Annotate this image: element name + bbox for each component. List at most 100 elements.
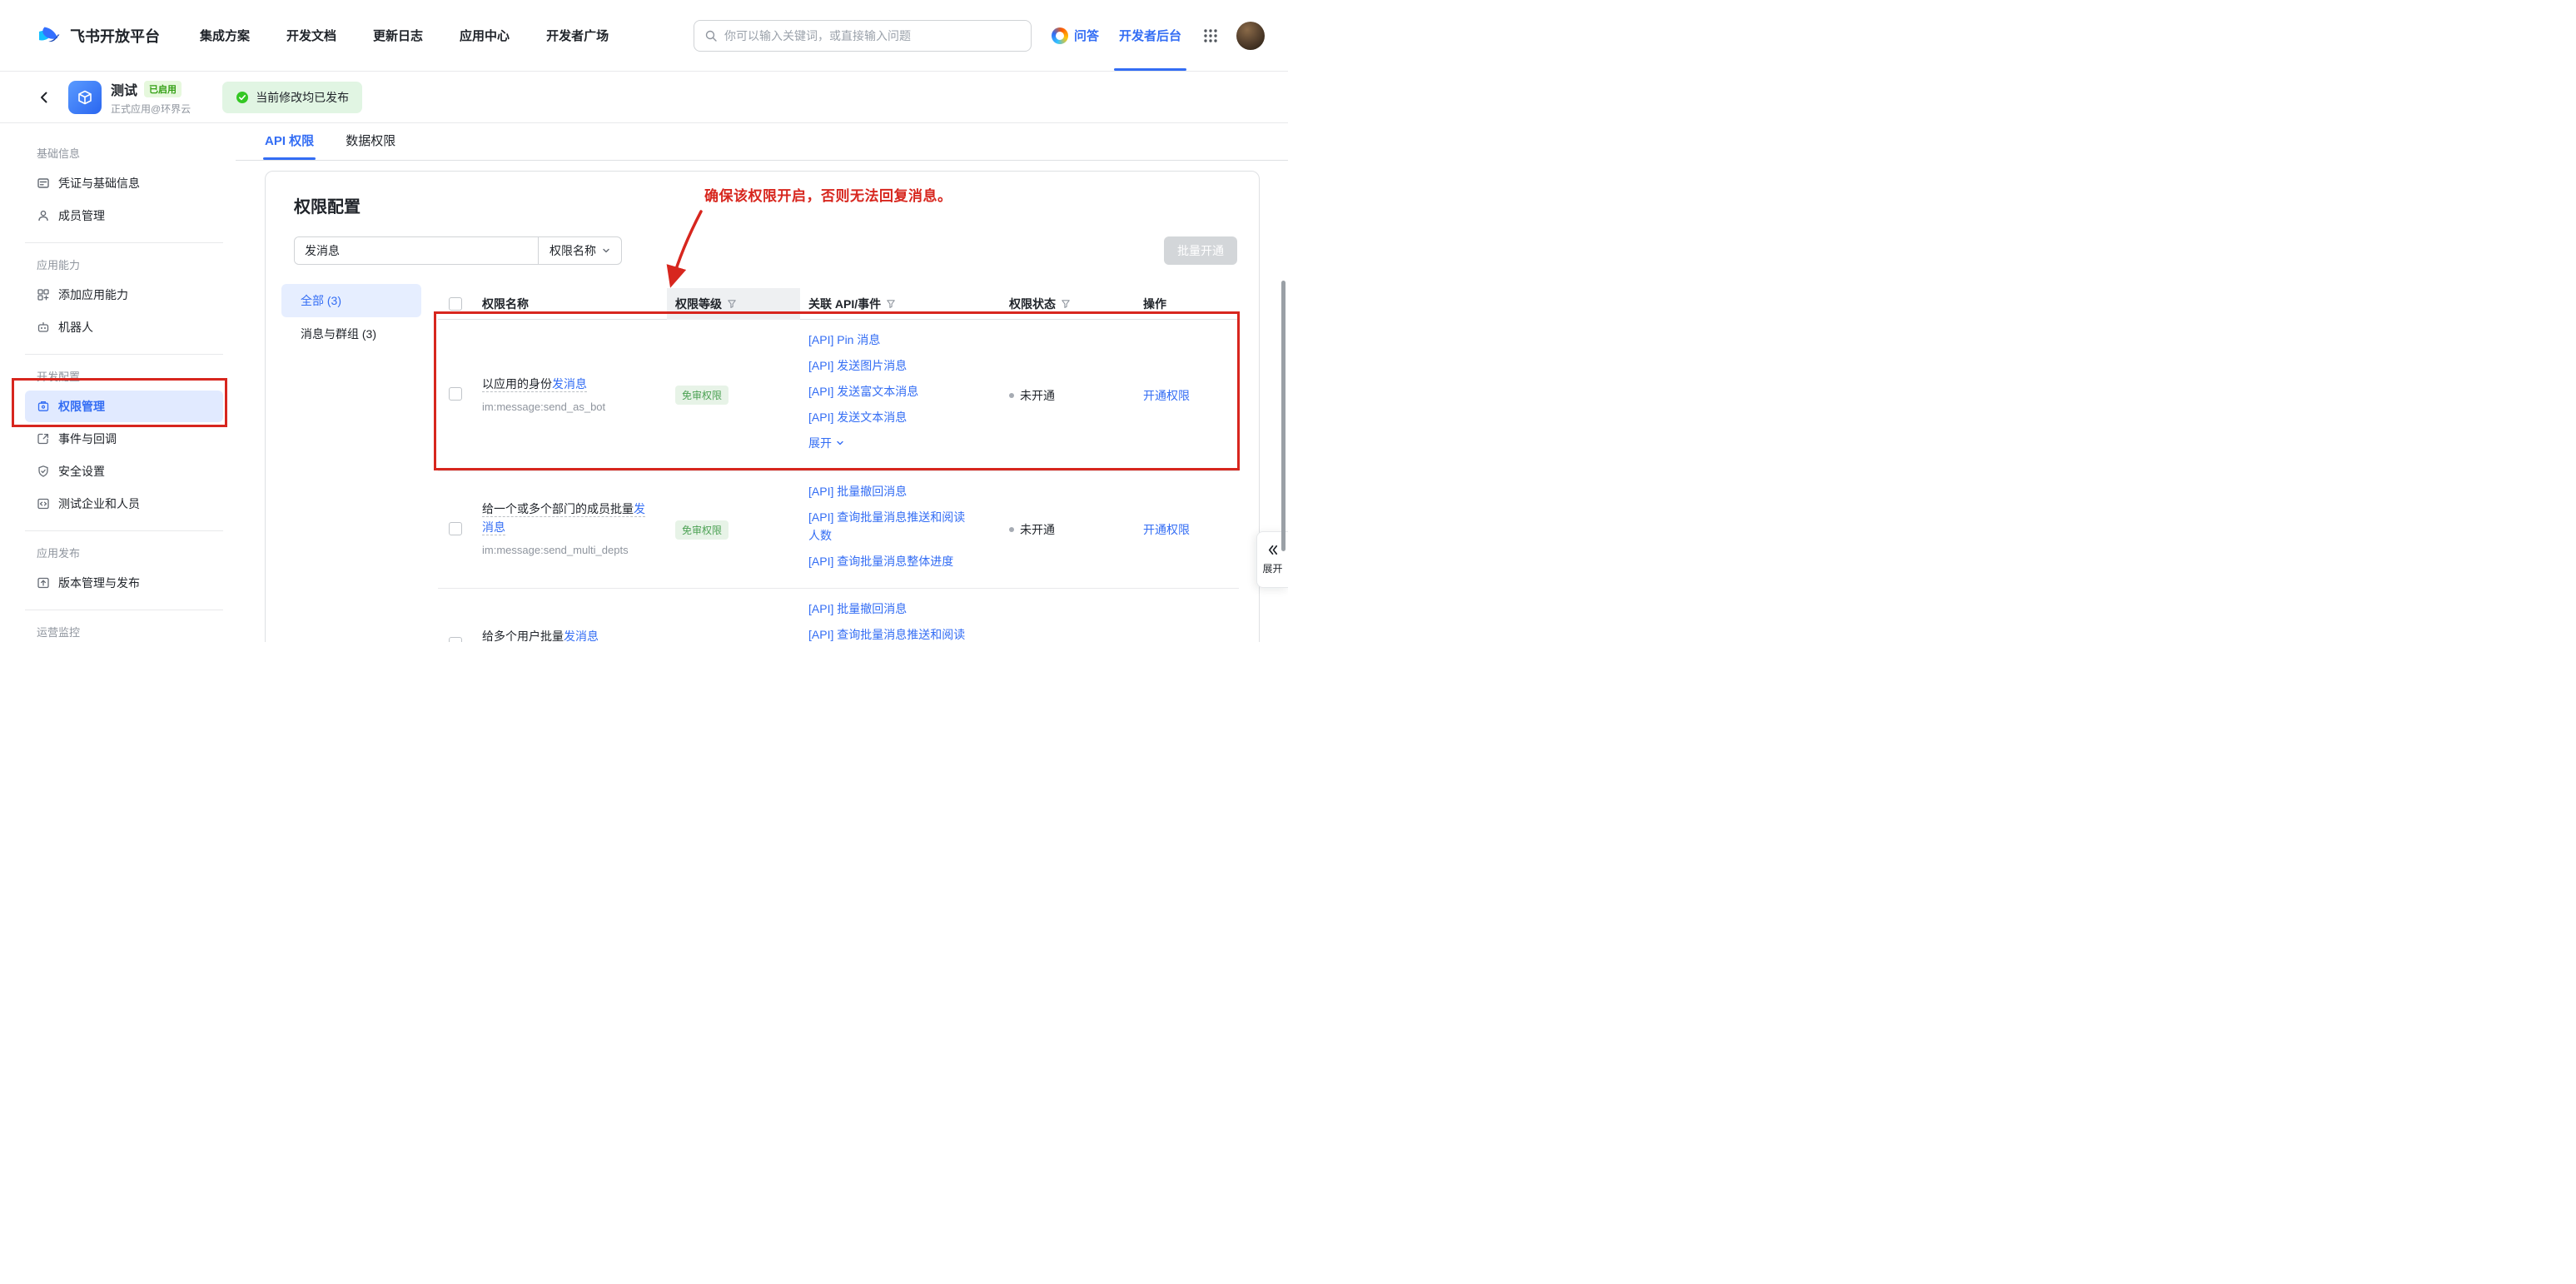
back-chevron-icon (37, 90, 52, 105)
sidebar-item-label: 安全设置 (58, 463, 105, 480)
sidebar-item-credentials[interactable]: 凭证与基础信息 (25, 167, 223, 199)
sidebar-item-permissions[interactable]: 权限管理 (25, 391, 223, 422)
status-text: 未开通 (1020, 521, 1055, 538)
filter-funnel-icon[interactable] (1061, 299, 1071, 309)
sidebar-item-version-release[interactable]: 版本管理与发布 (25, 567, 223, 599)
nav-item-changelog[interactable]: 更新日志 (373, 27, 423, 44)
permission-name: 给一个或多个部门的成员批量发消息 (482, 502, 645, 535)
api-link[interactable]: [API] 批量撤回消息 (808, 600, 972, 618)
sidebar-item-test-org[interactable]: 测试企业和人员 (25, 488, 223, 520)
sidebar-item-label: 版本管理与发布 (58, 575, 140, 591)
sidebar-divider (25, 530, 223, 531)
status-text: 未开通 (1020, 387, 1055, 404)
api-link[interactable]: [API] 发送文本消息 (808, 408, 972, 426)
sidebar-item-label: 权限管理 (58, 398, 105, 415)
sidebar: 基础信息 凭证与基础信息 成员管理 应用能力 添加应用能力 (0, 123, 236, 642)
chevron-down-icon (602, 246, 610, 255)
test-org-icon (37, 497, 50, 510)
sidebar-item-events[interactable]: 事件与回调 (25, 423, 223, 455)
filter-funnel-icon[interactable] (886, 299, 896, 309)
sidebar-item-label: 测试企业和人员 (58, 495, 140, 512)
expand-panel-label: 展开 (1262, 561, 1282, 575)
app-meta: 测试 已启用 正式应用@环界云 (111, 79, 191, 116)
qa-colorful-icon (1052, 27, 1068, 44)
api-link[interactable]: [API] 查询批量消息推送和阅读人数 (808, 508, 972, 545)
sidebar-item-label: 成员管理 (58, 207, 105, 224)
top-navigation: 飞书开放平台 集成方案 开发文档 更新日志 应用中心 开发者广场 问答 开发者后… (0, 0, 1288, 72)
sidebar-item-label: 添加应用能力 (58, 286, 128, 303)
credential-icon (37, 177, 50, 190)
search-field-dropdown[interactable]: 权限名称 (538, 237, 621, 264)
add-capability-icon (37, 288, 50, 301)
table-row: 给多个用户批量发消息 [API] 批量撤回消息 [API] 查询批量消息推送和阅… (438, 589, 1239, 642)
vertical-scrollbar-thumb[interactable] (1281, 281, 1286, 551)
table-row: 给一个或多个部门的成员批量发消息 im:message:send_multi_d… (438, 471, 1239, 589)
chevron-down-icon (836, 439, 844, 447)
events-icon (37, 432, 50, 445)
open-permission-link[interactable]: 开通权限 (1143, 389, 1190, 402)
expand-apis-link[interactable]: 展开 (808, 434, 972, 452)
row-checkbox[interactable] (449, 387, 462, 401)
check-circle-icon (236, 91, 249, 104)
annotation-text: 确保该权限开启，否则无法回复消息。 (704, 184, 952, 205)
main-content: API 权限 数据权限 权限配置 确保该权限开启，否则无法回复消息。 权限名称 (236, 123, 1288, 642)
filter-funnel-icon[interactable] (727, 299, 737, 309)
api-link[interactable]: [API] Pin 消息 (808, 331, 972, 349)
permission-name-text: 给多个用户批量 (482, 630, 564, 642)
nav-item-integration[interactable]: 集成方案 (200, 27, 250, 44)
app-name: 测试 (111, 79, 137, 99)
api-link[interactable]: [API] 发送富文本消息 (808, 382, 972, 401)
nav-item-app-center[interactable]: 应用中心 (460, 27, 510, 44)
sidebar-item-members[interactable]: 成员管理 (25, 200, 223, 231)
permission-search-input[interactable] (295, 237, 538, 264)
table-header-row: 权限名称 权限等级 关联 API/事件 (438, 288, 1239, 320)
api-link[interactable]: [API] 发送图片消息 (808, 356, 972, 375)
user-avatar[interactable] (1236, 22, 1265, 50)
security-icon (37, 465, 50, 478)
expand-apis-label: 展开 (808, 434, 832, 452)
category-all[interactable]: 全部 (3) (281, 284, 421, 317)
double-chevron-left-icon (1266, 544, 1279, 556)
tab-data-permissions[interactable]: 数据权限 (346, 132, 395, 160)
tab-api-permissions[interactable]: API 权限 (265, 132, 314, 160)
apps-grid-icon[interactable] (1203, 28, 1218, 43)
qa-link[interactable]: 问答 (1052, 27, 1099, 44)
permission-category-list: 全部 (3) 消息与群组 (3) (281, 284, 421, 351)
back-button[interactable] (37, 90, 52, 105)
members-icon (37, 209, 50, 222)
permission-name-highlight: 发消息 (552, 377, 587, 391)
sidebar-item-security[interactable]: 安全设置 (25, 455, 223, 487)
publish-status-pill: 当前修改均已发布 (222, 82, 362, 113)
row-checkbox[interactable] (449, 522, 462, 535)
app-type-label: 正式应用@环界云 (111, 102, 191, 116)
api-link[interactable]: [API] 查询批量消息推送和阅读 (808, 625, 972, 642)
permission-name-text: 以应用的身份 (482, 377, 552, 391)
category-message-group[interactable]: 消息与群组 (3) (281, 317, 421, 351)
permission-name: 以应用的身份发消息 (482, 377, 587, 392)
developer-console-link[interactable]: 开发者后台 (1119, 0, 1181, 71)
primary-nav: 集成方案 开发文档 更新日志 应用中心 开发者广场 (200, 27, 609, 44)
level-badge: 免审权限 (675, 520, 729, 540)
column-header-status: 权限状态 (1009, 296, 1056, 312)
permission-name: 给多个用户批量发消息 (482, 630, 599, 642)
global-search[interactable] (694, 20, 1032, 52)
sidebar-item-add-capability[interactable]: 添加应用能力 (25, 279, 223, 311)
nav-item-developer-square[interactable]: 开发者广场 (546, 27, 609, 44)
column-header-level: 权限等级 (675, 296, 722, 312)
brand[interactable]: 飞书开放平台 (37, 23, 160, 48)
api-link[interactable]: [API] 查询批量消息整体进度 (808, 552, 972, 570)
search-field-dropdown-label: 权限名称 (550, 242, 596, 259)
row-checkbox[interactable] (449, 637, 462, 642)
permission-tabs: API 权限 数据权限 (236, 123, 1288, 161)
batch-open-button[interactable]: 批量开通 (1164, 236, 1237, 265)
open-permission-link[interactable]: 开通权限 (1143, 523, 1190, 536)
nav-item-docs[interactable]: 开发文档 (286, 27, 336, 44)
select-all-checkbox[interactable] (449, 297, 462, 311)
sidebar-section-dev-config: 开发配置 (37, 368, 223, 384)
permission-scope: im:message:send_multi_depts (482, 541, 654, 560)
sidebar-item-bot[interactable]: 机器人 (25, 311, 223, 343)
api-link[interactable]: [API] 批量撤回消息 (808, 482, 972, 500)
global-search-input[interactable] (724, 29, 1021, 42)
permission-name-text: 给一个或多个部门的成员批量 (482, 502, 634, 515)
permission-table: 权限名称 权限等级 关联 API/事件 (438, 288, 1239, 642)
